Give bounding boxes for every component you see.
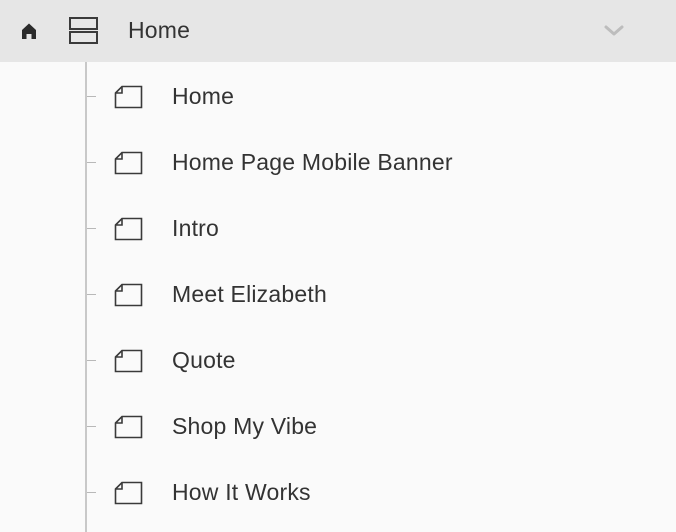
home-button[interactable] xyxy=(17,19,41,43)
tree-branch xyxy=(87,228,96,229)
section-item-meet-elizabeth[interactable]: Meet Elizabeth xyxy=(0,261,676,327)
page-icon xyxy=(114,481,143,505)
section-item-quote[interactable]: Quote xyxy=(0,327,676,393)
page-tree-panel: Home Home Home Page Mobile Banner Intro … xyxy=(0,0,676,532)
tree-branch xyxy=(87,294,96,295)
section-item-label: Home Page Mobile Banner xyxy=(172,149,453,175)
section-item-label: Home xyxy=(172,83,235,109)
page-title: Home xyxy=(128,17,191,43)
page-icon xyxy=(114,283,143,307)
page-header: Home xyxy=(0,0,676,62)
section-item-how-it-works[interactable]: How It Works xyxy=(0,459,676,525)
section-item-label: How It Works xyxy=(172,479,311,505)
tree-branch xyxy=(87,162,96,163)
page-icon xyxy=(114,217,143,241)
page-icon xyxy=(114,85,143,109)
tree-branch xyxy=(87,96,96,97)
page-icon xyxy=(114,151,143,175)
section-item-label: Shop My Vibe xyxy=(172,413,318,439)
section-item-label: Intro xyxy=(172,215,220,241)
section-item-label: Meet Elizabeth xyxy=(172,281,327,307)
tree-branch xyxy=(87,426,96,427)
section-item-intro[interactable]: Intro xyxy=(0,195,676,261)
section-item-label: Quote xyxy=(172,347,236,373)
chevron-down-icon xyxy=(604,25,624,36)
page-icon xyxy=(114,349,143,373)
page-icon xyxy=(114,415,143,439)
section-item-home[interactable]: Home xyxy=(0,63,676,129)
tree-branch xyxy=(87,492,96,493)
collapse-toggle[interactable] xyxy=(602,22,626,40)
tree-branch xyxy=(87,360,96,361)
section-layout-icon[interactable] xyxy=(68,16,100,46)
section-item-shop-my-vibe[interactable]: Shop My Vibe xyxy=(0,393,676,459)
home-icon xyxy=(22,23,36,39)
section-item-home-page-mobile-banner[interactable]: Home Page Mobile Banner xyxy=(0,129,676,195)
